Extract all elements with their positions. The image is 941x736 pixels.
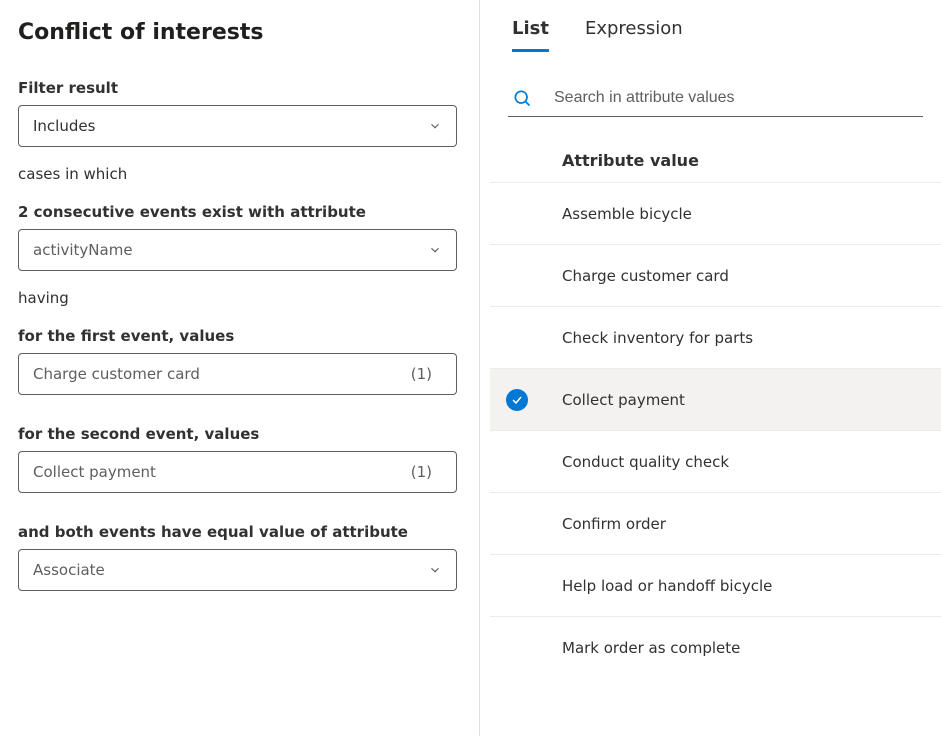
list-item[interactable]: Conduct quality check	[490, 430, 941, 492]
filter-result-dropdown[interactable]: Includes	[18, 105, 457, 147]
list-item[interactable]: Charge customer card	[490, 244, 941, 306]
list-item[interactable]: Help load or handoff bicycle	[490, 554, 941, 616]
page-title: Conflict of interests	[18, 20, 457, 45]
filter-result-value: Includes	[33, 117, 95, 135]
search-bar	[508, 88, 923, 117]
left-panel: Conflict of interests Filter result Incl…	[0, 0, 480, 736]
second-event-dropdown[interactable]: Collect payment (1)	[18, 451, 457, 493]
attribute-value-header: Attribute value	[490, 117, 941, 182]
tabs: List Expression	[490, 18, 941, 52]
filter-result-label: Filter result	[18, 79, 457, 97]
list-item[interactable]: Mark order as complete	[490, 616, 941, 678]
chevron-down-icon	[428, 243, 442, 257]
list-item[interactable]: Confirm order	[490, 492, 941, 554]
first-event-value: Charge customer card	[33, 365, 200, 383]
search-input[interactable]	[554, 89, 919, 107]
attribute-value-list: Assemble bicycle Charge customer card Ch…	[490, 182, 941, 736]
list-item-label: Confirm order	[562, 515, 666, 533]
equal-attribute-label: and both events have equal value of attr…	[18, 523, 457, 541]
list-item-label: Check inventory for parts	[562, 329, 753, 347]
consecutive-events-dropdown[interactable]: activityName	[18, 229, 457, 271]
second-event-count: (1)	[411, 463, 442, 481]
equal-attribute-dropdown[interactable]: Associate	[18, 549, 457, 591]
checkmark-icon	[506, 389, 528, 411]
chevron-down-icon	[428, 563, 442, 577]
chevron-down-icon	[428, 119, 442, 133]
consecutive-events-value: activityName	[33, 241, 133, 259]
list-item-label: Conduct quality check	[562, 453, 729, 471]
right-panel: List Expression Attribute value Assemble…	[480, 0, 941, 736]
text-cases-in-which: cases in which	[18, 165, 457, 183]
equal-attribute-value: Associate	[33, 561, 105, 579]
list-item-label: Help load or handoff bicycle	[562, 577, 772, 595]
tab-expression[interactable]: Expression	[585, 18, 683, 52]
first-event-label: for the first event, values	[18, 327, 457, 345]
second-event-label: for the second event, values	[18, 425, 457, 443]
list-item-label: Mark order as complete	[562, 639, 740, 657]
list-item-label: Charge customer card	[562, 267, 729, 285]
consecutive-events-label: 2 consecutive events exist with attribut…	[18, 203, 457, 221]
list-item-label: Assemble bicycle	[562, 205, 692, 223]
first-event-count: (1)	[411, 365, 442, 383]
text-having: having	[18, 289, 457, 307]
second-event-value: Collect payment	[33, 463, 156, 481]
list-item[interactable]: Collect payment	[490, 368, 941, 430]
search-icon	[512, 88, 532, 108]
tab-list[interactable]: List	[512, 18, 549, 52]
first-event-dropdown[interactable]: Charge customer card (1)	[18, 353, 457, 395]
list-item-label: Collect payment	[562, 391, 685, 409]
list-item[interactable]: Assemble bicycle	[490, 182, 941, 244]
list-item[interactable]: Check inventory for parts	[490, 306, 941, 368]
